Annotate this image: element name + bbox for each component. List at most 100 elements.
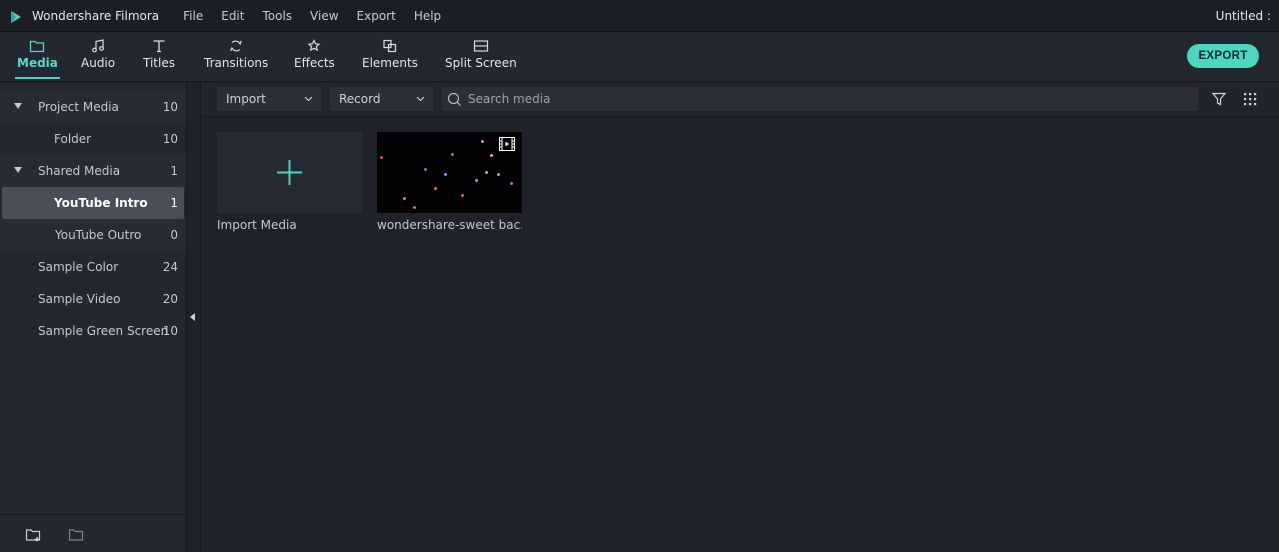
- import-media-thumbnail[interactable]: [217, 132, 362, 213]
- sidebar-item-label: Project Media: [38, 100, 119, 114]
- particle: [451, 153, 454, 156]
- tab-titles-label: Titles: [143, 56, 175, 70]
- tab-media[interactable]: Media: [15, 32, 60, 82]
- search-box[interactable]: [442, 87, 1198, 111]
- menu-view[interactable]: View: [310, 9, 338, 23]
- import-dropdown-label: Import: [226, 92, 266, 106]
- tab-split-screen[interactable]: Split Screen: [445, 32, 517, 82]
- sidebar-item-label: Folder: [54, 132, 92, 146]
- main-toolbar: Media Audio Titles Transitions Effects E…: [0, 32, 1279, 82]
- caret-down-icon[interactable]: [14, 103, 22, 109]
- particle: [424, 168, 427, 171]
- particle: [510, 182, 513, 185]
- sidebar-item-sample-color[interactable]: Sample Color 24: [0, 251, 186, 283]
- import-dropdown[interactable]: Import: [217, 87, 321, 111]
- menu-file[interactable]: File: [183, 9, 203, 23]
- effects-star-icon: [308, 39, 321, 52]
- import-media-caption: Import Media: [217, 218, 297, 232]
- particle: [475, 179, 478, 182]
- sidebar-item-label: Sample Color: [38, 260, 119, 274]
- particle: [380, 156, 383, 159]
- sidebar-item-folder[interactable]: Folder 10: [0, 123, 186, 155]
- sidebar-item-count: 10: [162, 324, 178, 338]
- tab-transitions-label: Transitions: [204, 56, 269, 70]
- sidebar-item-count: 0: [170, 228, 178, 242]
- sidebar-item-label: Sample Green Screen: [38, 324, 169, 338]
- elements-icon: [383, 39, 397, 53]
- export-button[interactable]: EXPORT: [1187, 44, 1259, 68]
- video-clip-icon: [499, 137, 515, 151]
- import-media-tile[interactable]: Import Media: [217, 132, 362, 232]
- split-screen-icon: [473, 40, 488, 52]
- sidebar-footer: [0, 514, 186, 552]
- sidebar-item-label: Sample Video: [38, 292, 121, 306]
- caret-down-icon[interactable]: [14, 167, 22, 173]
- sidebar-item-label: YouTube Outro: [55, 228, 142, 242]
- sidebar-item-sample-green-screen[interactable]: Sample Green Screen 10: [0, 315, 186, 347]
- particle: [444, 173, 447, 176]
- particle: [434, 187, 437, 190]
- particle: [461, 194, 464, 197]
- tab-elements-label: Elements: [362, 56, 418, 70]
- tab-titles[interactable]: Titles: [143, 32, 175, 82]
- document-title: Untitled :: [1215, 9, 1271, 23]
- sidebar-item-count: 24: [162, 260, 178, 274]
- particle: [413, 206, 416, 209]
- filmora-window: Wondershare Filmora File Edit Tools View…: [0, 0, 1279, 552]
- tab-audio-label: Audio: [81, 56, 116, 70]
- tab-effects[interactable]: Effects: [294, 32, 335, 82]
- particle: [403, 197, 406, 200]
- folder-outline-icon[interactable]: [68, 527, 85, 542]
- tab-elements[interactable]: Elements: [362, 32, 418, 82]
- app-name: Wondershare Filmora: [32, 8, 160, 23]
- music-note-icon: [92, 39, 104, 53]
- tab-split-screen-label: Split Screen: [445, 56, 517, 70]
- tab-media-label: Media: [17, 56, 58, 70]
- sidebar-item-count: 10: [162, 132, 178, 146]
- menu-export[interactable]: Export: [357, 9, 396, 23]
- filter-icon[interactable]: [1211, 91, 1227, 107]
- tab-audio[interactable]: Audio: [81, 32, 115, 82]
- record-dropdown-label: Record: [339, 92, 381, 106]
- menu-help[interactable]: Help: [414, 9, 441, 23]
- grid-view-icon[interactable]: [1243, 92, 1257, 106]
- sidebar-item-shared-media[interactable]: Shared Media 1: [0, 155, 186, 187]
- menu-tools[interactable]: Tools: [262, 9, 292, 23]
- title-bar: Wondershare Filmora File Edit Tools View…: [0, 0, 1279, 32]
- sidebar-item-sample-video[interactable]: Sample Video 20: [0, 283, 186, 315]
- sidebar-item-youtube-outro[interactable]: YouTube Outro 0: [0, 219, 186, 251]
- collapse-sidebar-icon[interactable]: [190, 313, 195, 321]
- sidebar-item-count: 1: [170, 196, 178, 210]
- media-panel: Import Record Import Media: [201, 83, 1279, 552]
- media-filter-bar: Import Record: [201, 83, 1279, 117]
- plus-icon: [277, 160, 302, 185]
- tab-effects-label: Effects: [294, 56, 335, 70]
- chevron-down-icon: [416, 96, 425, 102]
- menu-edit[interactable]: Edit: [221, 9, 244, 23]
- transition-icon: [230, 40, 242, 52]
- particle: [485, 171, 488, 174]
- particle: [481, 140, 484, 143]
- search-input[interactable]: [468, 90, 1188, 108]
- media-clip-tile[interactable]: wondershare-sweet bac...: [377, 132, 522, 232]
- sidebar-item-label: Shared Media: [38, 164, 121, 178]
- sidebar-item-count: 20: [162, 292, 178, 306]
- video-thumbnail[interactable]: [377, 132, 522, 213]
- sidebar-item-count: 1: [170, 164, 178, 178]
- filmora-logo-icon: [9, 9, 23, 23]
- particle: [490, 154, 493, 157]
- chevron-down-icon: [304, 96, 313, 102]
- sidebar-item-project-media[interactable]: Project Media 10: [0, 91, 186, 123]
- search-icon: [447, 92, 461, 106]
- tab-transitions[interactable]: Transitions: [204, 32, 268, 82]
- sidebar-item-count: 10: [162, 100, 178, 114]
- particle: [497, 173, 500, 176]
- sidebar-item-label: YouTube Intro: [54, 196, 148, 210]
- record-dropdown[interactable]: Record: [330, 87, 433, 111]
- new-folder-icon[interactable]: [25, 527, 42, 542]
- media-library-sidebar: Project Media 10 Folder 10 Shared Media …: [0, 83, 187, 552]
- media-clip-caption: wondershare-sweet bac...: [377, 218, 522, 232]
- sidebar-item-youtube-intro[interactable]: YouTube Intro 1: [2, 187, 184, 219]
- folder-icon: [30, 40, 45, 53]
- text-t-icon: [153, 40, 165, 53]
